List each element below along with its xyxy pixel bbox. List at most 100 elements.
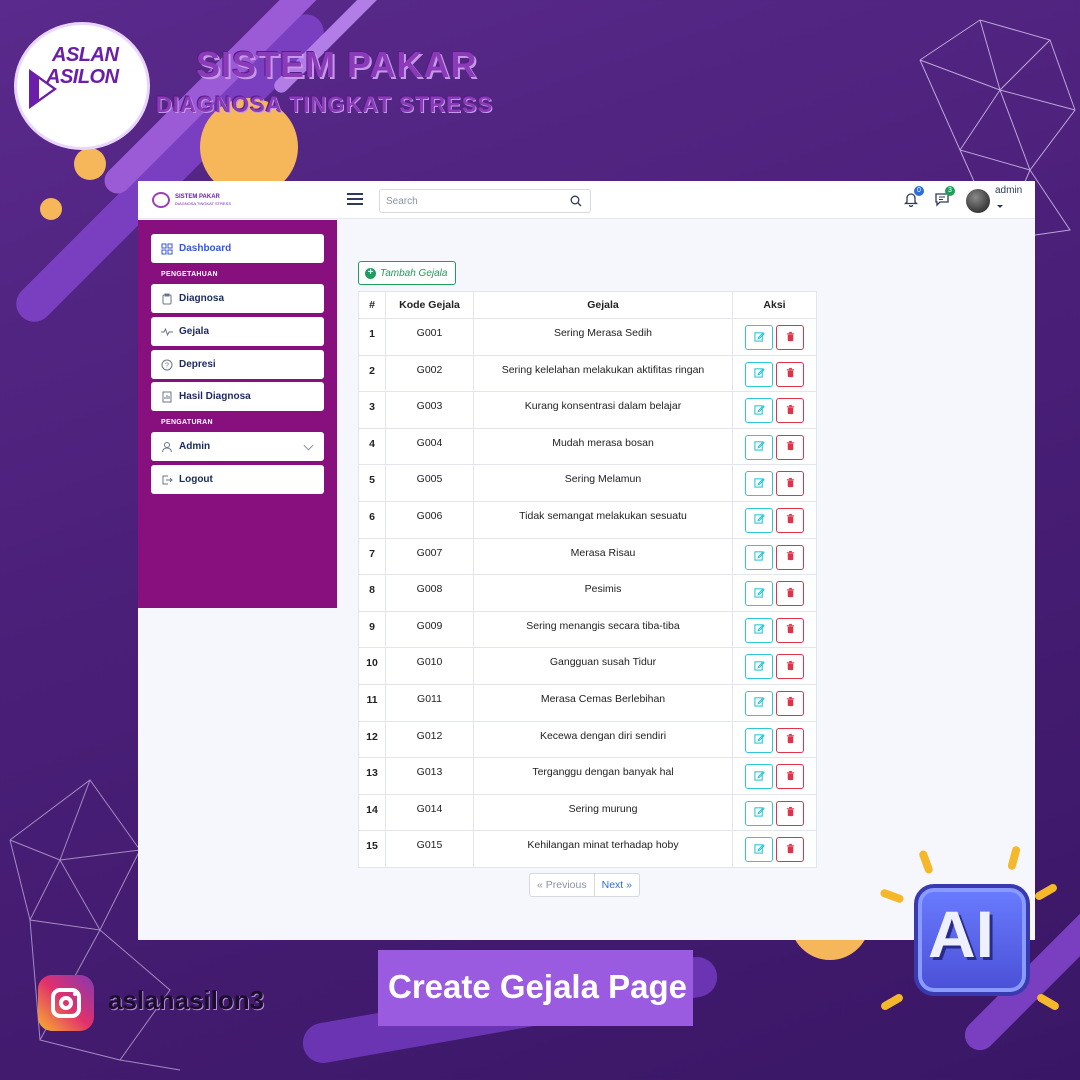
sidebar-item-logout[interactable]: Logout	[151, 465, 324, 494]
table-row: 15 G015 Kehilangan minat terhadap hoby	[358, 830, 817, 868]
table-row: 13 G013 Terganggu dengan banyak hal	[358, 757, 817, 795]
delete-button[interactable]	[776, 507, 804, 533]
add-gejala-button[interactable]: + Tambah Gejala	[358, 261, 457, 285]
row-number: 7	[358, 537, 386, 576]
row-gejala: Sering menangis secara tiba-tiba	[473, 610, 733, 649]
sidebar-item-label: Depresi	[179, 359, 216, 370]
row-gejala: Tidak semangat melakukan sesuatu	[473, 500, 733, 539]
table-row: 10 G010 Gangguan susah Tidur	[358, 647, 817, 685]
menu-toggle-icon[interactable]	[347, 193, 363, 206]
edit-button[interactable]	[745, 617, 773, 643]
decor-spark	[879, 992, 905, 1012]
edit-button[interactable]	[745, 581, 773, 607]
delete-button[interactable]	[776, 434, 804, 460]
decor-circle	[74, 148, 106, 180]
delete-button[interactable]	[776, 361, 804, 387]
row-aksi	[732, 318, 817, 356]
row-aksi	[732, 500, 817, 539]
user-dropdown-caret-icon[interactable]	[997, 205, 1003, 208]
logout-icon	[162, 475, 173, 484]
sidebar-item-gejala[interactable]: Gejala	[151, 317, 324, 346]
edit-button[interactable]	[745, 325, 773, 350]
row-gejala: Terganggu dengan banyak hal	[473, 757, 733, 795]
search-icon[interactable]	[570, 195, 582, 207]
sidebar-item-admin[interactable]: Admin	[151, 432, 324, 461]
pagination-previous[interactable]: « Previous	[530, 874, 595, 896]
messages-icon[interactable]: 3	[934, 186, 955, 207]
edit-button[interactable]	[745, 654, 773, 680]
row-kode: G014	[385, 793, 474, 832]
table-row: 9 G009 Sering menangis secara tiba-tiba	[358, 610, 817, 649]
sidebar-item-hasil-diagnosa[interactable]: Hasil Diagnosa	[151, 382, 324, 411]
edit-icon	[753, 806, 765, 820]
sidebar-item-label: Hasil Diagnosa	[179, 391, 251, 402]
row-number: 6	[358, 500, 386, 539]
edit-icon	[753, 477, 765, 491]
edit-button[interactable]	[745, 690, 773, 716]
sidebar-item-diagnosa[interactable]: Diagnosa	[151, 284, 324, 313]
edit-button[interactable]	[745, 471, 773, 497]
edit-button[interactable]	[745, 507, 773, 533]
topbar: SISTEM PAKAR DIAGNOSA TINGKAT STRESS 0 3	[138, 181, 1035, 219]
svg-text:?: ?	[165, 362, 169, 369]
delete-button[interactable]	[776, 654, 804, 680]
edit-icon	[753, 587, 765, 601]
messages-count-badge: 3	[945, 186, 955, 196]
trash-icon	[785, 587, 796, 601]
pagination-next[interactable]: Next »	[595, 874, 639, 896]
column-header-number: #	[358, 291, 386, 319]
row-kode: G002	[385, 354, 474, 393]
sidebar-item-label: Admin	[179, 441, 211, 452]
edit-button[interactable]	[745, 764, 773, 790]
row-gejala: Pesimis	[473, 574, 733, 612]
row-number: 12	[358, 720, 386, 759]
row-aksi	[732, 537, 817, 576]
row-number: 3	[358, 391, 386, 429]
notification-bell-icon[interactable]: 0	[903, 186, 924, 208]
delete-button[interactable]	[776, 544, 804, 570]
notification-count-badge: 0	[914, 186, 924, 196]
app-window: SISTEM PAKAR DIAGNOSA TINGKAT STRESS 0 3	[138, 181, 1035, 940]
delete-button[interactable]	[776, 398, 804, 424]
edit-button[interactable]	[745, 434, 773, 460]
delete-button[interactable]	[776, 764, 804, 790]
delete-button[interactable]	[776, 800, 804, 826]
table-row: 11 G011 Merasa Cemas Berlebihan	[358, 683, 817, 722]
delete-button[interactable]	[776, 837, 804, 863]
edit-button[interactable]	[745, 398, 773, 424]
user-icon	[162, 441, 172, 452]
delete-button[interactable]	[776, 581, 804, 607]
edit-button[interactable]	[745, 544, 773, 570]
row-aksi	[732, 647, 817, 685]
app-logo-icon[interactable]	[152, 192, 170, 208]
delete-button[interactable]	[776, 690, 804, 716]
delete-button[interactable]	[776, 727, 804, 753]
row-aksi	[732, 354, 817, 393]
search-input[interactable]	[380, 190, 560, 212]
row-number: 14	[358, 793, 386, 832]
row-kode: G011	[385, 683, 474, 722]
user-name[interactable]: admin	[995, 185, 1022, 196]
edit-button[interactable]	[745, 727, 773, 753]
decor-circle	[40, 198, 62, 220]
delete-button[interactable]	[776, 325, 804, 350]
sidebar-item-label: Logout	[179, 474, 213, 485]
clipboard-icon	[162, 293, 172, 304]
delete-button[interactable]	[776, 617, 804, 643]
delete-button[interactable]	[776, 471, 804, 497]
edit-icon	[753, 660, 765, 674]
trash-icon	[785, 696, 796, 710]
avatar[interactable]	[966, 189, 990, 213]
table-row: 14 G014 Sering murung	[358, 793, 817, 832]
trash-icon	[785, 477, 796, 491]
edit-button[interactable]	[745, 837, 773, 863]
edit-button[interactable]	[745, 800, 773, 826]
trash-icon	[785, 623, 796, 637]
decor-spark	[1035, 992, 1061, 1012]
sidebar-item-dashboard[interactable]: Dashboard	[151, 234, 324, 263]
sidebar-item-depresi[interactable]: ? Depresi	[151, 350, 324, 379]
edit-button[interactable]	[745, 361, 773, 387]
row-aksi	[732, 464, 817, 502]
row-number: 11	[358, 683, 386, 722]
table-row: 8 G008 Pesimis	[358, 574, 817, 612]
